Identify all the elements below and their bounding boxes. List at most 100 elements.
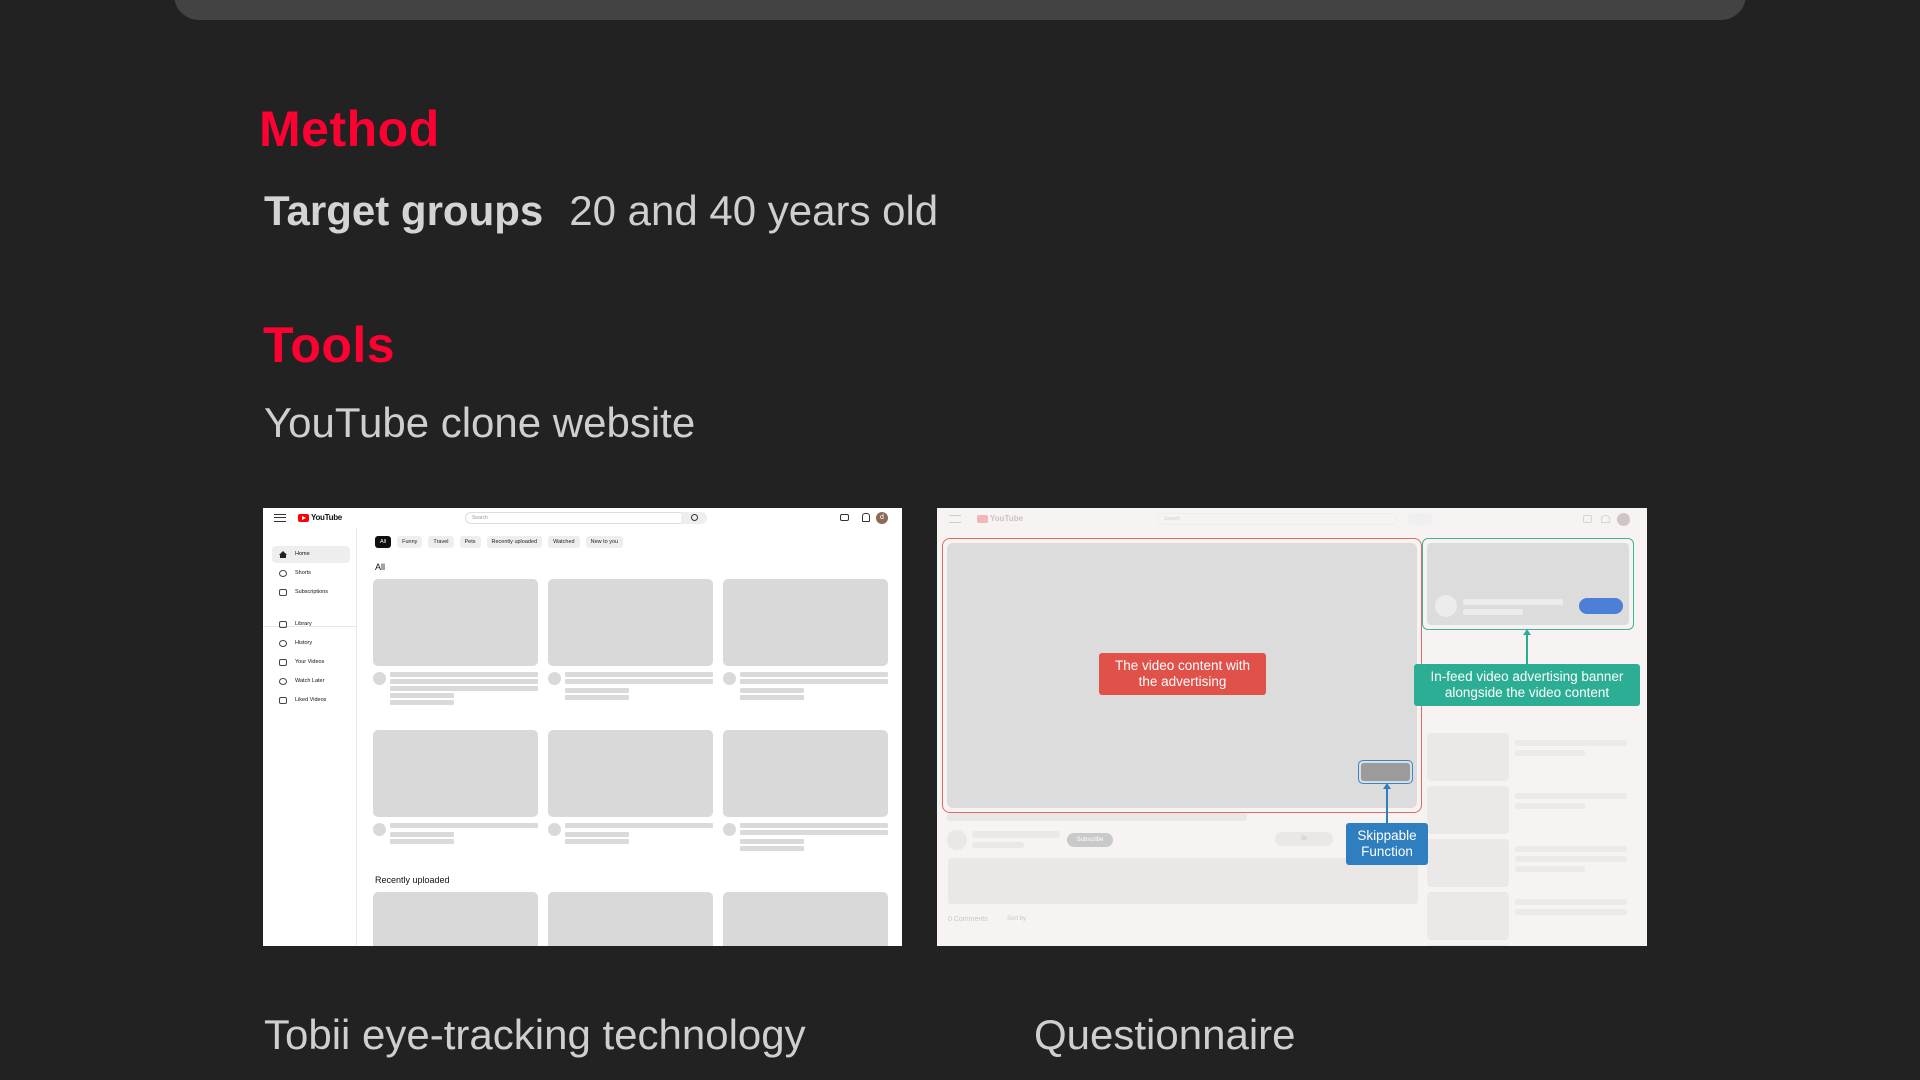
target-groups-label: Target groups: [264, 187, 544, 234]
video-card: [548, 892, 713, 946]
yt-header: YouTube Search d: [263, 508, 902, 528]
related-video-thumbnail: [1427, 945, 1509, 946]
infeed-ad-banner: [1427, 543, 1629, 625]
channel-avatar: [723, 823, 736, 836]
skip-ad-button: [1358, 760, 1413, 784]
your-videos-icon: [279, 659, 287, 666]
section-all-label: All: [375, 562, 386, 572]
ad-cta-button: [1579, 598, 1623, 614]
video-thumbnail: [723, 579, 888, 666]
home-icon: [279, 551, 287, 558]
video-card: [548, 730, 713, 857]
sidebar-item-subscriptions: Subscriptions: [272, 584, 350, 601]
chip-funny: Funny: [397, 536, 423, 548]
sidebar-item-label: Liked Videos: [295, 697, 327, 703]
video-ad-callout: The video content with the advertising: [1099, 653, 1266, 695]
create-video-icon: [1583, 515, 1592, 523]
sidebar-item-watch-later: Watch Later: [272, 673, 350, 690]
video-card: [548, 579, 713, 706]
video-card: [373, 730, 538, 857]
sidebar-item-shorts: Shorts: [272, 565, 350, 582]
sidebar-item-label: Watch Later: [295, 678, 325, 684]
video-card: [723, 579, 888, 706]
related-video-thumbnail: [1427, 892, 1509, 940]
video-thumbnail: [373, 730, 538, 817]
filter-chips: All Funny Travel Pets Recently uploaded …: [375, 536, 624, 548]
like-count: 0k: [1275, 832, 1333, 846]
bell-icon: [860, 513, 870, 522]
yt-header: YouTube Search: [937, 508, 1647, 530]
logo-text: YouTube: [311, 513, 342, 522]
sidebar-item-label: Subscriptions: [295, 589, 329, 595]
subscribe-button: Subscribe: [1067, 833, 1113, 847]
target-groups-row: Target groups 20 and 40 years old: [264, 187, 938, 235]
logo-text: YouTube: [990, 514, 1024, 523]
tool-tobii: Tobii eye-tracking technology: [264, 1011, 806, 1058]
channel-avatar: [548, 823, 561, 836]
skip-callout: Skippable Function: [1346, 823, 1428, 865]
search-input: Search: [1157, 513, 1397, 525]
video-thumbnail: [723, 730, 888, 817]
sidebar-item-history: History: [272, 635, 350, 652]
avatar: d: [876, 512, 888, 524]
sidebar-item-library: Library: [272, 616, 350, 633]
sidebar-item-label: Library: [295, 621, 312, 627]
youtube-watch-screenshot: YouTube Search Subscribe 0k 0 Comments S…: [937, 508, 1647, 946]
tools-title: Tools: [263, 317, 396, 373]
library-icon: [279, 621, 287, 628]
shorts-icon: [279, 570, 287, 577]
video-thumbnail: [548, 892, 713, 946]
video-thumbnail: [548, 730, 713, 817]
search-icon: [681, 512, 707, 524]
method-title: Method: [259, 101, 440, 157]
watch-later-icon: [279, 678, 287, 685]
sort-by-label: Sort by: [1007, 916, 1027, 922]
channel-avatar: [373, 823, 386, 836]
search-input: Search: [465, 512, 688, 524]
related-video-thumbnail: [1427, 733, 1509, 781]
menu-icon: [949, 515, 961, 523]
related-video-thumbnail: [1427, 839, 1509, 887]
sidebar-item-your-videos: Your Videos: [272, 654, 350, 671]
sidebar-item-liked-videos: Liked Videos: [272, 692, 350, 709]
history-icon: [279, 640, 287, 647]
video-card: [373, 579, 538, 706]
skip-arrow-icon: [1383, 783, 1391, 789]
chip-travel: Travel: [428, 536, 454, 548]
infeed-ad-highlight: [1422, 538, 1634, 630]
top-bar: [174, 0, 1746, 20]
sidebar-item-label: Home: [295, 551, 310, 557]
channel-avatar: [548, 672, 561, 685]
avatar: [1617, 513, 1630, 526]
sidebar-item-label: Your Videos: [295, 659, 325, 665]
sidebar-item-label: History: [295, 640, 313, 646]
chip-pets: Pets: [459, 536, 481, 548]
video-card: [373, 892, 538, 946]
chip-recently-uploaded: Recently uploaded: [486, 536, 543, 548]
channel-avatar: [723, 672, 736, 685]
youtube-logo: YouTube: [977, 514, 1023, 523]
search-icon: [1407, 513, 1433, 525]
video-card: [723, 892, 888, 946]
liked-videos-icon: [279, 697, 287, 704]
sidebar-item-label: Shorts: [295, 570, 311, 576]
video-card: [723, 730, 888, 857]
infeed-arrow-icon: [1523, 629, 1531, 635]
menu-icon: [274, 514, 286, 522]
chip-new-to-you: New to you: [585, 536, 624, 548]
skip-connector: [1386, 786, 1388, 823]
video-thumbnail: [373, 892, 538, 946]
related-video-thumbnail: [1427, 786, 1509, 834]
target-groups-value: 20 and 40 years old: [569, 187, 939, 234]
create-video-icon: [840, 514, 849, 521]
youtube-home-screenshot: YouTube Search d Home Shorts Subscriptio…: [263, 508, 902, 946]
sidebar-item-home: Home: [272, 546, 350, 563]
infeed-connector: [1526, 632, 1528, 664]
sidebar: Home Shorts Subscriptions Library Histor…: [263, 528, 357, 946]
ad-avatar: [1435, 595, 1457, 617]
video-thumbnail: [723, 892, 888, 946]
infeed-ad-callout: In-feed video advertising banner alongsi…: [1414, 664, 1640, 706]
video-thumbnail: [373, 579, 538, 666]
youtube-logo: YouTube: [298, 513, 342, 522]
chip-watched: Watched: [548, 536, 580, 548]
